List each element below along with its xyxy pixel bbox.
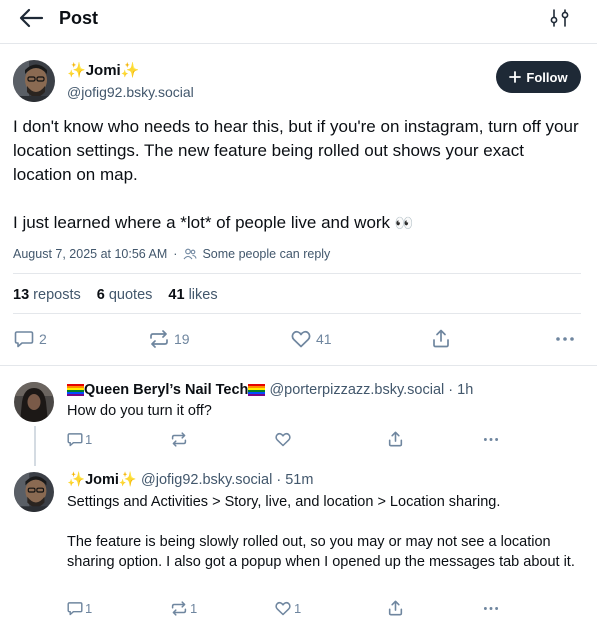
post-body: I don't know who needs to hear this, but… [13, 115, 583, 236]
divider [0, 365, 597, 366]
more-options-button[interactable] [483, 601, 499, 616]
reply-body: Settings and Activities > Story, live, a… [67, 492, 577, 572]
reply-avatar[interactable] [14, 382, 54, 422]
more-options-button[interactable] [483, 432, 499, 447]
divider [13, 313, 581, 314]
reply-display-name[interactable]: Queen Beryl’s Nail Tech [84, 382, 248, 398]
share-button[interactable] [388, 600, 403, 616]
post-stats: 13 reposts 6 quotes 41 likes [13, 285, 218, 305]
back-arrow-icon[interactable] [18, 7, 44, 29]
page-title: Post [59, 8, 99, 28]
author-display-name[interactable]: ✨Jomi✨ [67, 61, 139, 81]
reply-header: Queen Beryl’s Nail Tech @porterpizzazz.b… [67, 380, 473, 400]
like-button[interactable] [275, 432, 296, 447]
repost-icon [171, 432, 187, 447]
reply-icon [67, 602, 83, 616]
heart-icon [275, 432, 291, 447]
more-icon [556, 337, 574, 341]
author-avatar[interactable] [13, 60, 55, 102]
reply-button[interactable]: 2 [14, 330, 47, 348]
reply-paragraph: The feature is being slowly rolled out, … [67, 534, 575, 570]
meta-separator: · [173, 247, 178, 261]
share-icon [433, 329, 449, 348]
quotes-stat[interactable]: 6 quotes [97, 285, 153, 305]
share-button[interactable] [388, 431, 403, 447]
repost-button[interactable] [171, 432, 192, 447]
repost-button[interactable]: 1 [171, 601, 197, 616]
more-options-button[interactable] [555, 330, 575, 348]
likes-stat[interactable]: 41 likes [168, 285, 217, 305]
reply-button[interactable]: 1 [67, 601, 92, 616]
like-button[interactable]: 41 [291, 330, 332, 348]
post-paragraph: I don't know who needs to hear this, but… [13, 117, 579, 184]
share-icon [388, 600, 403, 616]
thread-line [34, 426, 36, 466]
like-button[interactable]: 1 [275, 601, 301, 616]
reply-paragraph: Settings and Activities > Story, live, a… [67, 494, 501, 510]
repost-icon [150, 330, 168, 348]
reply-time[interactable]: · 1h [448, 382, 473, 398]
reply-setting[interactable]: Some people can reply [202, 245, 330, 263]
repost-icon [171, 601, 187, 616]
reply-icon [67, 433, 83, 447]
reply-icon [14, 331, 34, 348]
share-button[interactable] [432, 329, 450, 348]
reply-button[interactable]: 1 [67, 432, 92, 447]
reply-display-name[interactable]: Jomi [85, 472, 119, 488]
plus-icon [509, 71, 522, 83]
reply-handle[interactable]: @porterpizzazz.bsky.social [269, 382, 444, 398]
divider [13, 273, 581, 274]
eyes-emoji: 👀 [394, 215, 414, 232]
reply-avatar[interactable] [14, 472, 54, 512]
post-timestamp[interactable]: August 7, 2025 at 10:56 AM [13, 245, 167, 263]
follow-button[interactable]: Follow [496, 61, 581, 93]
more-icon [483, 438, 499, 441]
post-paragraph: I just learned where a *lot* of people l… [13, 213, 414, 232]
sparkle-icon: ✨ [67, 472, 86, 488]
reply-handle[interactable]: @jofig92.bsky.social [141, 472, 272, 488]
sparkle-icon: ✨ [120, 62, 140, 79]
sparkle-icon: ✨ [118, 472, 137, 488]
heart-icon [291, 330, 311, 348]
reply-time[interactable]: · 51m [276, 472, 313, 488]
people-icon [184, 248, 197, 260]
rainbow-flag-icon [67, 384, 84, 396]
sparkle-icon: ✨ [67, 62, 86, 79]
reposts-stat[interactable]: 13 reposts [13, 285, 81, 305]
heart-icon [275, 601, 291, 616]
reply-body: How do you turn it off? [67, 403, 212, 419]
share-icon [388, 431, 403, 447]
filter-icon[interactable] [549, 8, 571, 28]
author-handle[interactable]: @jofig92.bsky.social [67, 83, 194, 101]
reply-header: ✨Jomi✨ @jofig92.bsky.social · 51m [67, 470, 313, 490]
more-icon [483, 607, 499, 610]
post-meta: August 7, 2025 at 10:56 AM · Some people… [13, 245, 330, 263]
top-bar: Post [0, 0, 597, 44]
rainbow-flag-icon [248, 384, 266, 396]
repost-button[interactable]: 19 [149, 330, 190, 348]
